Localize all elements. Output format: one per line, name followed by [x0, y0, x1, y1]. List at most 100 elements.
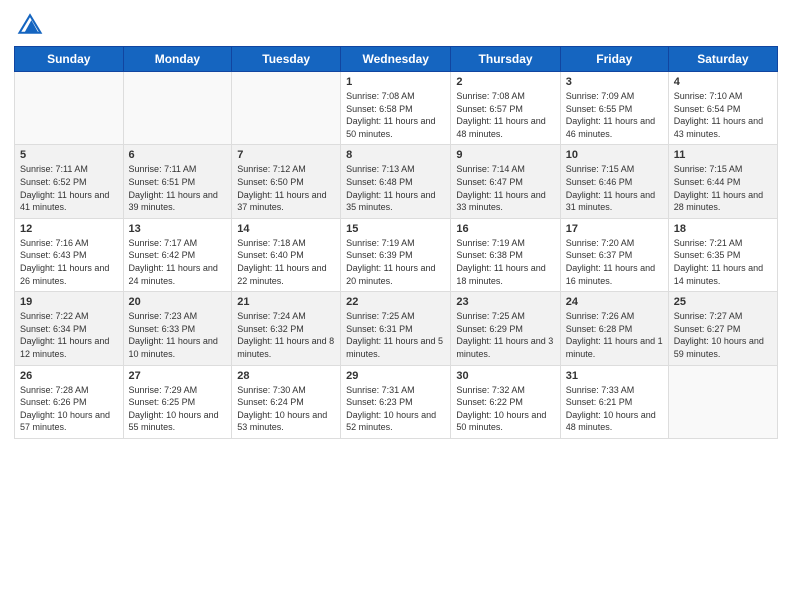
day-info: Sunrise: 7:26 AMSunset: 6:28 PMDaylight:…	[566, 310, 663, 360]
day-info: Sunrise: 7:12 AMSunset: 6:50 PMDaylight:…	[237, 163, 335, 213]
sunrise-text: Sunrise: 7:25 AM	[456, 310, 554, 323]
calendar-cell: 3Sunrise: 7:09 AMSunset: 6:55 PMDaylight…	[560, 72, 668, 145]
day-number: 14	[237, 223, 335, 235]
day-number: 31	[566, 370, 663, 382]
day-number: 24	[566, 296, 663, 308]
sunrise-text: Sunrise: 7:08 AM	[346, 90, 445, 103]
daylight-text: Daylight: 11 hours and 50 minutes.	[346, 115, 445, 140]
daylight-text: Daylight: 11 hours and 39 minutes.	[129, 189, 227, 214]
daylight-text: Daylight: 11 hours and 48 minutes.	[456, 115, 554, 140]
day-number: 29	[346, 370, 445, 382]
day-number: 19	[20, 296, 118, 308]
weekday-header-sunday: Sunday	[15, 47, 124, 72]
sunrise-text: Sunrise: 7:24 AM	[237, 310, 335, 323]
day-info: Sunrise: 7:32 AMSunset: 6:22 PMDaylight:…	[456, 384, 554, 434]
sunset-text: Sunset: 6:24 PM	[237, 396, 335, 409]
day-number: 17	[566, 223, 663, 235]
sunrise-text: Sunrise: 7:26 AM	[566, 310, 663, 323]
calendar-cell: 26 Sunrise: 7:28 AMSunset: 6:26 PMDayligh…	[15, 365, 124, 438]
sunrise-text: Sunrise: 7:30 AM	[237, 384, 335, 397]
sunset-text: Sunset: 6:23 PM	[346, 396, 445, 409]
calendar-cell: 2Sunrise: 7:08 AMSunset: 6:57 PMDaylight…	[451, 72, 560, 145]
daylight-text: Daylight: 11 hours and 46 minutes.	[566, 115, 663, 140]
daylight-text: Daylight: 11 hours and 41 minutes.	[20, 189, 118, 214]
sunrise-text: Sunrise: 7:25 AM	[346, 310, 445, 323]
day-info: Sunrise: 7:21 AMSunset: 6:35 PMDaylight:…	[674, 237, 772, 287]
sunset-text: Sunset: 6:54 PM	[674, 103, 772, 116]
day-info: Sunrise: 7:10 AMSunset: 6:54 PMDaylight:…	[674, 90, 772, 140]
calendar-cell: 6Sunrise: 7:11 AMSunset: 6:51 PMDaylight…	[123, 145, 232, 218]
day-info: Sunrise: 7:19 AMSunset: 6:38 PMDaylight:…	[456, 237, 554, 287]
daylight-text: Daylight: 11 hours and 37 minutes.	[237, 189, 335, 214]
day-number: 28	[237, 370, 335, 382]
daylight-text: Daylight: 10 hours and 59 minutes.	[674, 335, 772, 360]
calendar-cell: 1 Sunrise: 7:08 AMSunset: 6:58 PMDaylight…	[341, 72, 451, 145]
day-number: 25	[674, 296, 772, 308]
sunrise-text: Sunrise: 7:27 AM	[674, 310, 772, 323]
calendar-cell: 14 Sunrise: 7:18 AMSunset: 6:40 PMDayligh…	[232, 218, 341, 291]
sunrise-text: Sunrise: 7:28 AM	[20, 384, 118, 397]
sunrise-text: Sunrise: 7:11 AM	[20, 163, 118, 176]
day-info: Sunrise: 7:23 AMSunset: 6:33 PMDaylight:…	[129, 310, 227, 360]
weekday-header-monday: Monday	[123, 47, 232, 72]
daylight-text: Daylight: 11 hours and 35 minutes.	[346, 189, 445, 214]
weekday-header-thursday: Thursday	[451, 47, 560, 72]
sunrise-text: Sunrise: 7:22 AM	[20, 310, 118, 323]
sunrise-text: Sunrise: 7:14 AM	[456, 163, 554, 176]
sunset-text: Sunset: 6:22 PM	[456, 396, 554, 409]
day-number: 15	[346, 223, 445, 235]
daylight-text: Daylight: 11 hours and 20 minutes.	[346, 262, 445, 287]
sunset-text: Sunset: 6:58 PM	[346, 103, 445, 116]
day-info: Sunrise: 7:30 AMSunset: 6:24 PMDaylight:…	[237, 384, 335, 434]
day-info: Sunrise: 7:15 AMSunset: 6:46 PMDaylight:…	[566, 163, 663, 213]
calendar-cell: 22Sunrise: 7:25 AMSunset: 6:31 PMDayligh…	[341, 292, 451, 365]
sunset-text: Sunset: 6:34 PM	[20, 323, 118, 336]
weekday-header-friday: Friday	[560, 47, 668, 72]
daylight-text: Daylight: 11 hours and 3 minutes.	[456, 335, 554, 360]
sunrise-text: Sunrise: 7:23 AM	[129, 310, 227, 323]
sunset-text: Sunset: 6:47 PM	[456, 176, 554, 189]
day-info: Sunrise: 7:18 AMSunset: 6:40 PMDaylight:…	[237, 237, 335, 287]
day-info: Sunrise: 7:14 AMSunset: 6:47 PMDaylight:…	[456, 163, 554, 213]
day-number: 2	[456, 76, 554, 88]
day-info: Sunrise: 7:25 AMSunset: 6:31 PMDaylight:…	[346, 310, 445, 360]
day-number: 5	[20, 149, 118, 161]
calendar-table: SundayMondayTuesdayWednesdayThursdayFrid…	[14, 46, 778, 439]
calendar-row-0: 1Sunrise: 7:08 AMSunset: 6:58 PMDaylight…	[15, 72, 778, 145]
calendar-cell: 17Sunrise: 7:20 AMSunset: 6:37 PMDayligh…	[560, 218, 668, 291]
sunrise-text: Sunrise: 7:19 AM	[346, 237, 445, 250]
daylight-text: Daylight: 11 hours and 26 minutes.	[20, 262, 118, 287]
sunset-text: Sunset: 6:48 PM	[346, 176, 445, 189]
sunset-text: Sunset: 6:29 PM	[456, 323, 554, 336]
calendar-cell: 23Sunrise: 7:25 AMSunset: 6:29 PMDayligh…	[451, 292, 560, 365]
daylight-text: Daylight: 11 hours and 12 minutes.	[20, 335, 118, 360]
calendar-cell: 7Sunrise: 7:12 AMSunset: 6:50 PMDaylight…	[232, 145, 341, 218]
day-info: Sunrise: 7:28 AMSunset: 6:26 PMDaylight:…	[20, 384, 118, 434]
sunset-text: Sunset: 6:40 PM	[237, 249, 335, 262]
day-number: 1	[346, 76, 445, 88]
weekday-header-row: SundayMondayTuesdayWednesdayThursdayFrid…	[15, 47, 778, 72]
day-info: Sunrise: 7:16 AMSunset: 6:43 PMDaylight:…	[20, 237, 118, 287]
day-info: Sunrise: 7:27 AMSunset: 6:27 PMDaylight:…	[674, 310, 772, 360]
daylight-text: Daylight: 11 hours and 1 minute.	[566, 335, 663, 360]
calendar-cell: 10Sunrise: 7:15 AMSunset: 6:46 PMDayligh…	[560, 145, 668, 218]
calendar-cell: 15Sunrise: 7:19 AMSunset: 6:39 PMDayligh…	[341, 218, 451, 291]
sunrise-text: Sunrise: 7:12 AM	[237, 163, 335, 176]
sunset-text: Sunset: 6:50 PM	[237, 176, 335, 189]
daylight-text: Daylight: 11 hours and 5 minutes.	[346, 335, 445, 360]
calendar-cell: 13Sunrise: 7:17 AMSunset: 6:42 PMDayligh…	[123, 218, 232, 291]
sunset-text: Sunset: 6:51 PM	[129, 176, 227, 189]
calendar-cell: 4Sunrise: 7:10 AMSunset: 6:54 PMDaylight…	[668, 72, 777, 145]
day-number: 26	[20, 370, 118, 382]
sunset-text: Sunset: 6:46 PM	[566, 176, 663, 189]
sunset-text: Sunset: 6:55 PM	[566, 103, 663, 116]
sunrise-text: Sunrise: 7:18 AM	[237, 237, 335, 250]
day-info: Sunrise: 7:13 AMSunset: 6:48 PMDaylight:…	[346, 163, 445, 213]
day-number: 27	[129, 370, 227, 382]
daylight-text: Daylight: 10 hours and 48 minutes.	[566, 409, 663, 434]
calendar-row-2: 12Sunrise: 7:16 AMSunset: 6:43 PMDayligh…	[15, 218, 778, 291]
day-info: Sunrise: 7:29 AMSunset: 6:25 PMDaylight:…	[129, 384, 227, 434]
daylight-text: Daylight: 10 hours and 55 minutes.	[129, 409, 227, 434]
sunset-text: Sunset: 6:57 PM	[456, 103, 554, 116]
calendar-cell	[232, 72, 341, 145]
